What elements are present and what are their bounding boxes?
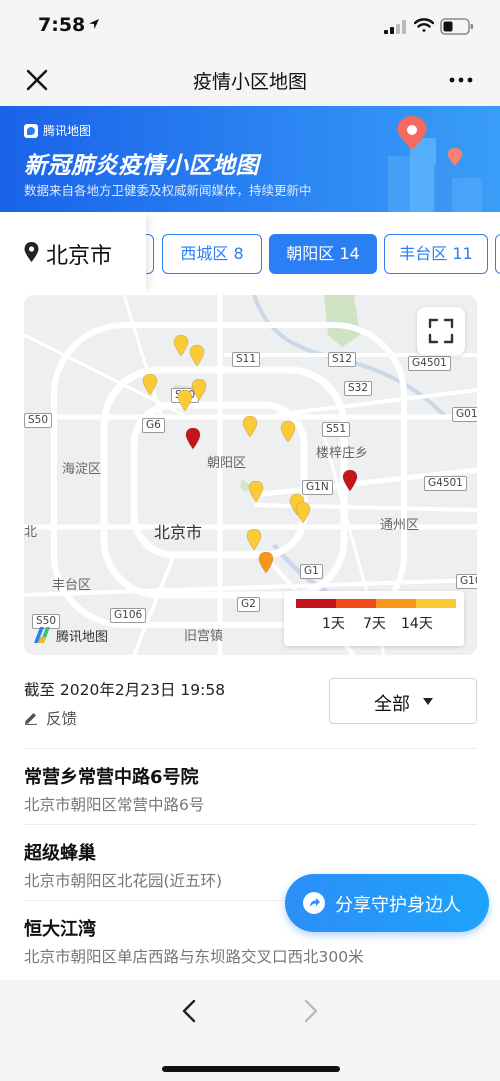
banner-logo-text: 腾讯地图 [43, 124, 92, 138]
status-bar: 7:58 [0, 0, 500, 54]
map-label-jiugongzhen: 旧宫镇 [184, 629, 224, 644]
bottom-toolbar [0, 980, 500, 1081]
city-selector[interactable]: 北京市 [0, 212, 146, 294]
road-badge: S32 [344, 381, 373, 396]
forward-arrow-icon[interactable] [300, 998, 322, 1024]
community-list-item[interactable]: 常营乡常营中路6号院 北京市朝阳区常营中路6号 [24, 748, 477, 824]
share-button[interactable]: 分享守护身边人 [285, 874, 489, 932]
case-marker-pin-icon[interactable] [242, 416, 258, 438]
page-title: 疫情小区地图 [192, 71, 307, 93]
road-badge: G1 [300, 564, 323, 579]
community-name: 常营乡常营中路6号院 [24, 767, 199, 788]
map-label-louzizhuang: 楼梓庄乡 [316, 446, 369, 461]
legend-label-1day: 1天 [322, 616, 345, 632]
district-tab-next[interactable] [495, 234, 500, 274]
case-marker-pin-icon[interactable] [173, 335, 189, 357]
road-badge: G6 [142, 418, 165, 433]
district-tab-chaoyang[interactable]: 朝阳区 14 [269, 234, 377, 274]
filter-dropdown[interactable]: 全部 [329, 678, 477, 724]
case-marker-pin-icon[interactable] [280, 421, 296, 443]
signal-icon [384, 20, 406, 34]
nav-bar: 疫情小区地图 [0, 54, 500, 106]
legend-label-7day: 7天 [363, 616, 386, 632]
case-marker-pin-icon[interactable] [185, 428, 201, 450]
case-marker-pin-icon[interactable] [189, 345, 205, 367]
fullscreen-button[interactable] [417, 307, 465, 355]
tencent-map-icon [34, 627, 50, 643]
road-badge: G10 [456, 574, 477, 589]
case-marker-pin-icon[interactable] [246, 529, 262, 551]
battery-icon [440, 18, 473, 35]
district-tab-xicheng[interactable]: 西城区 8 [162, 234, 262, 274]
map-label-chaoyang: 朝阳区 [207, 456, 247, 471]
case-marker-pin-icon[interactable] [295, 502, 311, 524]
home-indicator [162, 1066, 340, 1072]
road-badge: G2 [237, 597, 260, 612]
road-badge: S51 [322, 422, 351, 437]
banner-subtitle: 数据来自各地方卫健委及权威新闻媒体，持续更新中 [24, 183, 312, 198]
legend-color-swatch [296, 599, 336, 608]
case-marker-pin-icon[interactable] [258, 552, 274, 574]
update-date: 截至 2020年2月23日 19:58 [24, 681, 226, 699]
banner: 腾讯地图 新冠肺炎疫情小区地图 数据来自各地方卫健委及权威新闻媒体，持续更新中 [0, 106, 500, 212]
case-marker-pin-icon[interactable] [248, 481, 264, 503]
legend-color-swatch [376, 599, 416, 608]
wifi-icon [414, 18, 434, 33]
feedback-link[interactable]: 反馈 [24, 707, 77, 729]
location-arrow-icon [89, 19, 99, 29]
community-address: 北京市朝阳区单店西路与东坝路交叉口西北300米 [24, 948, 364, 966]
community-address: 北京市朝阳区常营中路6号 [24, 796, 205, 814]
map-label-tongzhou: 通州区 [380, 518, 420, 533]
community-name: 超级蜂巢 [24, 843, 96, 864]
road-badge: G4501 [408, 356, 451, 371]
case-marker-pin-icon[interactable] [191, 379, 207, 401]
road-badge: G4501 [424, 476, 467, 491]
banner-title: 新冠肺炎疫情小区地图 [24, 153, 259, 179]
case-marker-pin-icon[interactable] [342, 470, 358, 492]
community-name: 恒大江湾 [24, 919, 96, 940]
map-legend: 1天 7天 14天 [284, 591, 464, 646]
community-address: 北京市朝阳区北花园(近五环) [24, 872, 223, 890]
case-marker-pin-icon[interactable] [142, 374, 158, 396]
road-badge: S50 [24, 413, 53, 428]
tencent-map-logo: 腾讯地图 [32, 625, 108, 645]
road-badge: G012 [452, 407, 477, 422]
pencil-icon [25, 713, 37, 725]
road-badge: G1N [302, 480, 333, 495]
road-badge: G106 [110, 608, 147, 623]
road-badge: S12 [328, 352, 357, 367]
legend-label-14day: 14天 [401, 616, 433, 632]
map-label-beijing: 北京市 [154, 523, 203, 542]
back-arrow-icon[interactable] [178, 998, 200, 1024]
city-buildings-illustration-icon [388, 116, 482, 212]
share-label: 分享守护身边人 [335, 895, 461, 916]
district-tabs-row: 西城区 8 朝阳区 14 丰台区 11 北京市 [0, 212, 500, 294]
more-options-icon[interactable] [446, 67, 476, 93]
share-icon [303, 892, 325, 914]
fullscreen-icon [428, 318, 454, 344]
legend-color-bar [296, 599, 456, 608]
map-label-fengtai: 丰台区 [52, 578, 92, 593]
road-badge: S11 [232, 352, 261, 367]
status-time: 7:58 [38, 14, 86, 36]
banner-logo: 腾讯地图 [24, 122, 91, 139]
tencent-map-logo-icon [24, 123, 38, 138]
caret-down-icon [423, 698, 433, 705]
case-marker-pin-icon[interactable] [177, 390, 193, 412]
legend-color-swatch [416, 599, 456, 608]
filter-selected-value: 全部 [374, 694, 410, 715]
district-tab-fengtai[interactable]: 丰台区 11 [384, 234, 488, 274]
location-pin-icon [24, 242, 39, 262]
city-name: 北京市 [46, 244, 113, 269]
epidemic-map[interactable]: 海淀区 朝阳区 北京市 丰台区 通州区 楼梓庄乡 旧宫镇 北 S11 S12 G… [24, 295, 477, 655]
map-label-partial: 北 [24, 525, 38, 540]
tencent-map-logo-text: 腾讯地图 [56, 629, 109, 645]
map-label-haidian: 海淀区 [62, 462, 102, 477]
feedback-label: 反馈 [46, 710, 78, 728]
legend-color-swatch [336, 599, 376, 608]
